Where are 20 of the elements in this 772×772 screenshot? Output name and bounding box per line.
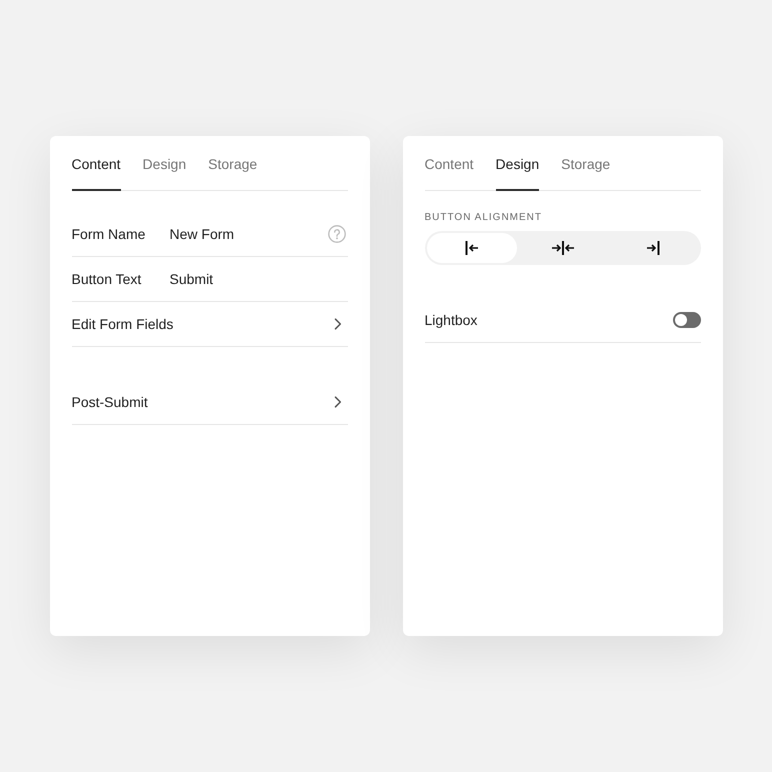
field-label: Form Name (72, 225, 146, 243)
tab[interactable]: Content (72, 154, 121, 191)
tab[interactable]: Storage (208, 154, 258, 191)
menu-row[interactable]: Edit Form Fields (72, 302, 348, 347)
tab[interactable]: Content (424, 154, 474, 191)
tab[interactable]: Design (496, 154, 540, 191)
chevron-right-icon (334, 318, 342, 330)
menu-row[interactable]: Post-Submit (72, 380, 348, 425)
tab[interactable]: Design (142, 154, 186, 191)
toggle-label: Lightbox (424, 311, 478, 329)
align-left-icon (464, 241, 479, 255)
field-label: Button Text (72, 270, 142, 288)
section-label: BUTTON ALIGNMENT (424, 212, 542, 224)
align-right-icon (646, 241, 660, 255)
field-value[interactable]: Submit (170, 270, 214, 288)
tab[interactable]: Storage (561, 154, 610, 191)
toggle-switch[interactable] (672, 312, 700, 328)
field-value[interactable]: New Form (170, 225, 234, 243)
align-center-icon (552, 241, 574, 255)
chevron-right-icon (334, 396, 342, 408)
